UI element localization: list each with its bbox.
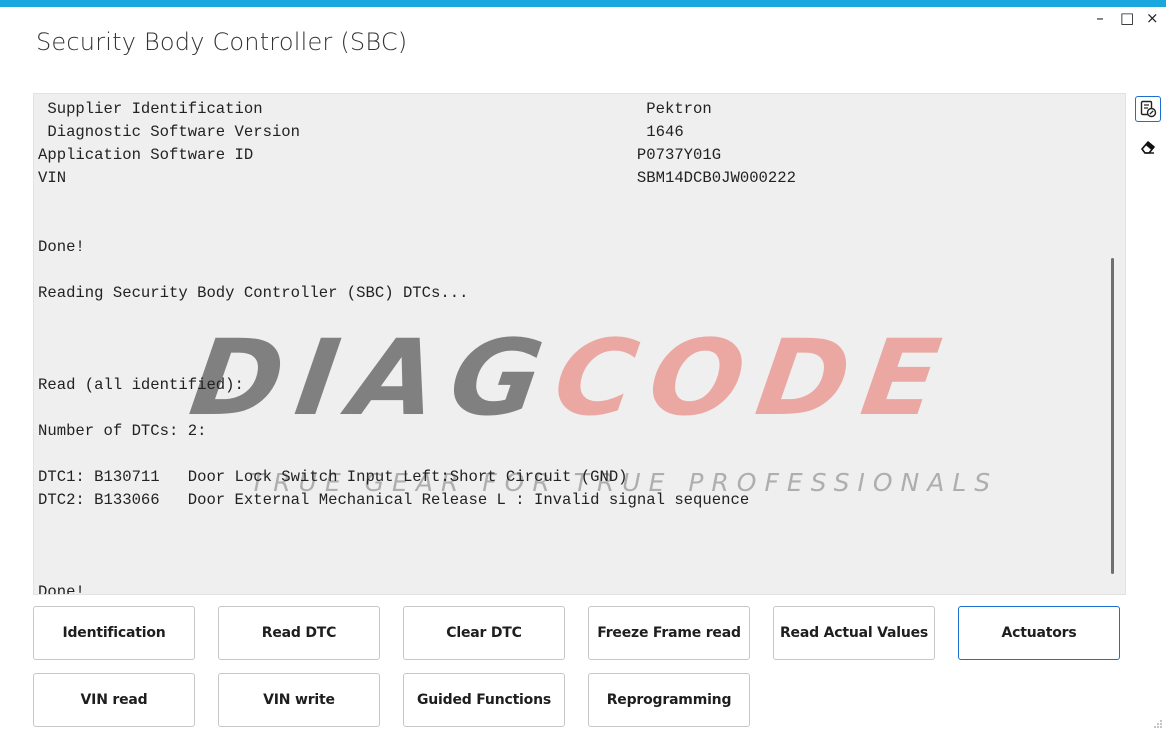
output-line: VIN SBM14DCB0JW000222 <box>38 169 796 187</box>
output-line: Reading Security Body Controller (SBC) D… <box>38 284 469 302</box>
output-line: DTC1: B130711 Door Lock Switch Input Lef… <box>38 468 628 486</box>
copy-button[interactable] <box>1135 96 1161 122</box>
output-line: DTC2: B133066 Door External Mechanical R… <box>38 491 750 509</box>
freeze-frame-button[interactable]: Freeze Frame read <box>588 606 750 660</box>
clear-output-button[interactable] <box>1135 134 1161 160</box>
window-title: Security Body Controller (SBC) <box>36 28 408 56</box>
clear-dtc-button[interactable]: Clear DTC <box>403 606 565 660</box>
output-line: Done! <box>38 583 85 595</box>
vin-read-button[interactable]: VIN read <box>33 673 195 727</box>
reprogramming-button[interactable]: Reprogramming <box>588 673 750 727</box>
maximize-button[interactable]: □ <box>1120 8 1134 28</box>
copy-icon <box>1140 100 1157 118</box>
resize-grip-icon[interactable] <box>1153 719 1163 729</box>
output-line: Application Software ID P0737Y01G <box>38 146 722 164</box>
output-panel[interactable]: Supplier Identification Pektron Diagnost… <box>33 93 1126 595</box>
vin-write-button[interactable]: VIN write <box>218 673 380 727</box>
output-line: Diagnostic Software Version 1646 <box>38 123 684 141</box>
read-actual-values-button[interactable]: Read Actual Values <box>773 606 935 660</box>
window-controls: – □ × <box>1094 8 1158 28</box>
top-accent-bar <box>0 0 1166 7</box>
read-dtc-button[interactable]: Read DTC <box>218 606 380 660</box>
minimize-button[interactable]: – <box>1094 8 1106 28</box>
output-line: Number of DTCs: 2: <box>38 422 207 440</box>
guided-functions-button[interactable]: Guided Functions <box>403 673 565 727</box>
output-line: Read (all identified): <box>38 376 244 394</box>
output-text: Supplier Identification Pektron Diagnost… <box>38 98 796 595</box>
output-scrollbar[interactable] <box>1111 258 1114 574</box>
output-line: Supplier Identification Pektron <box>38 100 712 118</box>
output-line: Done! <box>38 238 85 256</box>
actuators-button[interactable]: Actuators <box>958 606 1120 660</box>
close-button[interactable]: × <box>1146 8 1159 28</box>
eraser-icon <box>1141 141 1155 154</box>
identification-button[interactable]: Identification <box>33 606 195 660</box>
